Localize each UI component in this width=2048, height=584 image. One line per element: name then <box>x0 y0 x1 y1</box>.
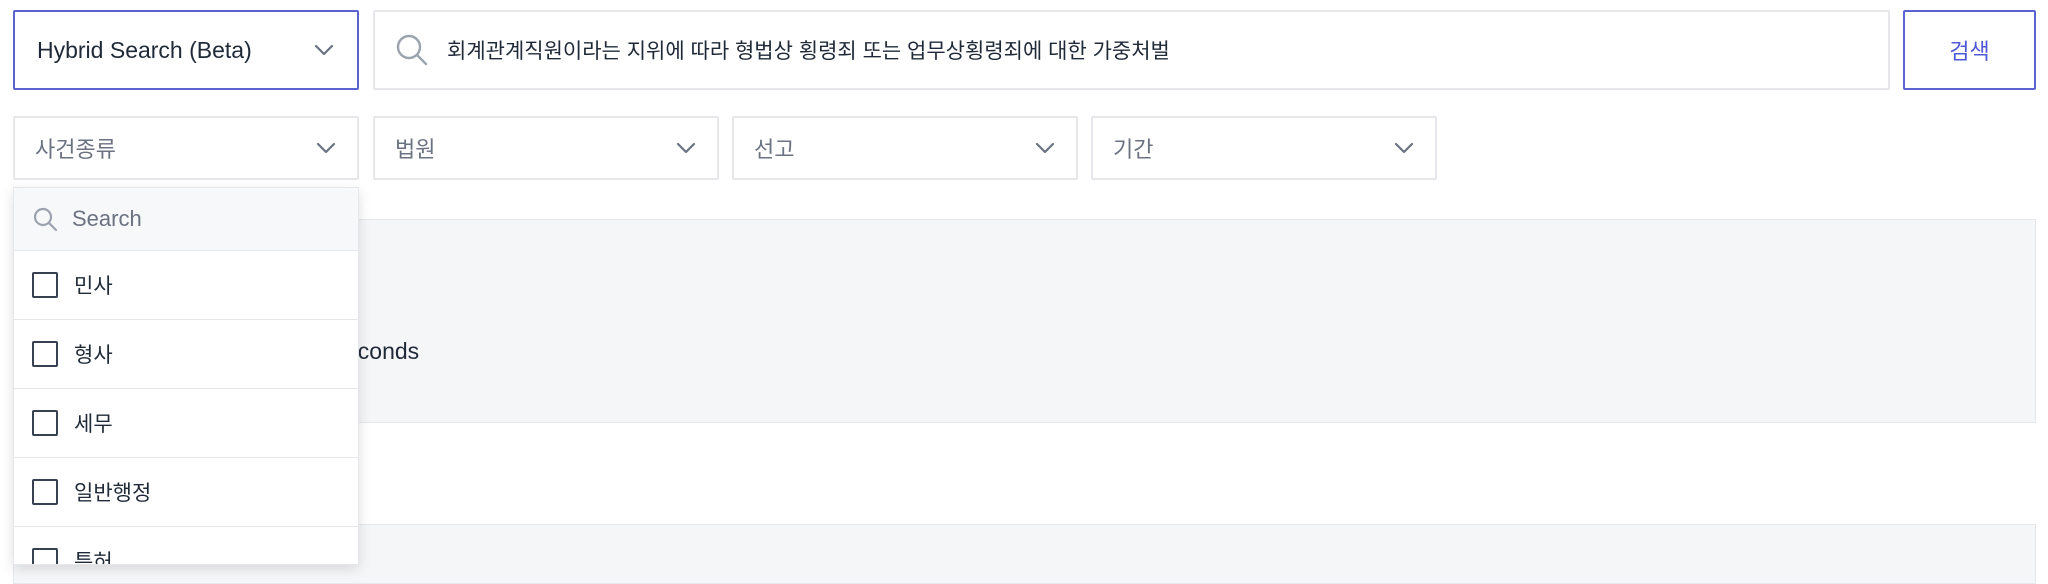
search-button[interactable]: 검색 <box>1903 10 2036 90</box>
search-icon <box>395 33 429 67</box>
search-icon <box>32 206 58 232</box>
chevron-down-icon <box>1393 141 1415 155</box>
checkbox[interactable] <box>32 548 58 564</box>
checkbox[interactable] <box>32 479 58 505</box>
search-mode-select[interactable]: Hybrid Search (Beta) <box>13 10 359 90</box>
dropdown-option-criminal[interactable]: 형사 <box>14 320 358 389</box>
chevron-down-icon <box>315 141 337 155</box>
checkbox[interactable] <box>32 410 58 436</box>
checkbox[interactable] <box>32 341 58 367</box>
filter-label: 선고 <box>754 137 795 162</box>
dropdown-option-administrative[interactable]: 일반행정 <box>14 458 358 527</box>
search-mode-value: Hybrid Search (Beta) <box>37 36 252 63</box>
checkbox[interactable] <box>32 272 58 298</box>
dropdown-search-input[interactable] <box>70 205 334 233</box>
option-label: 세무 <box>74 413 113 436</box>
filter-court[interactable]: 법원 <box>373 116 719 180</box>
option-label: 특허 <box>74 551 113 565</box>
filter-label: 법원 <box>395 137 436 162</box>
dropdown-option-tax[interactable]: 세무 <box>14 389 358 458</box>
option-label: 형사 <box>74 344 113 367</box>
option-label: 일반행정 <box>74 482 152 505</box>
chevron-down-icon <box>313 43 335 57</box>
dropdown-option-patent[interactable]: 특허 <box>14 527 358 565</box>
dropdown-search <box>14 188 358 251</box>
chevron-down-icon <box>675 141 697 155</box>
filter-label: 사건종류 <box>35 137 116 162</box>
option-label: 민사 <box>74 275 113 298</box>
filter-label: 기간 <box>1113 137 1154 162</box>
search-query-text: 회계관계직원이라는 지위에 따라 형법상 횡령죄 또는 업무상횡령죄에 대한 가… <box>447 40 1170 63</box>
dropdown-option-civil[interactable]: 민사 <box>14 251 358 320</box>
filter-case-type[interactable]: 사건종류 <box>13 116 359 180</box>
chevron-down-icon <box>1034 141 1056 155</box>
filter-verdict[interactable]: 선고 <box>732 116 1078 180</box>
filter-period[interactable]: 기간 <box>1091 116 1437 180</box>
case-type-dropdown: 민사 형사 세무 일반행정 특허 <box>13 187 359 565</box>
search-input[interactable]: 회계관계직원이라는 지위에 따라 형법상 횡령죄 또는 업무상횡령죄에 대한 가… <box>373 10 1890 90</box>
